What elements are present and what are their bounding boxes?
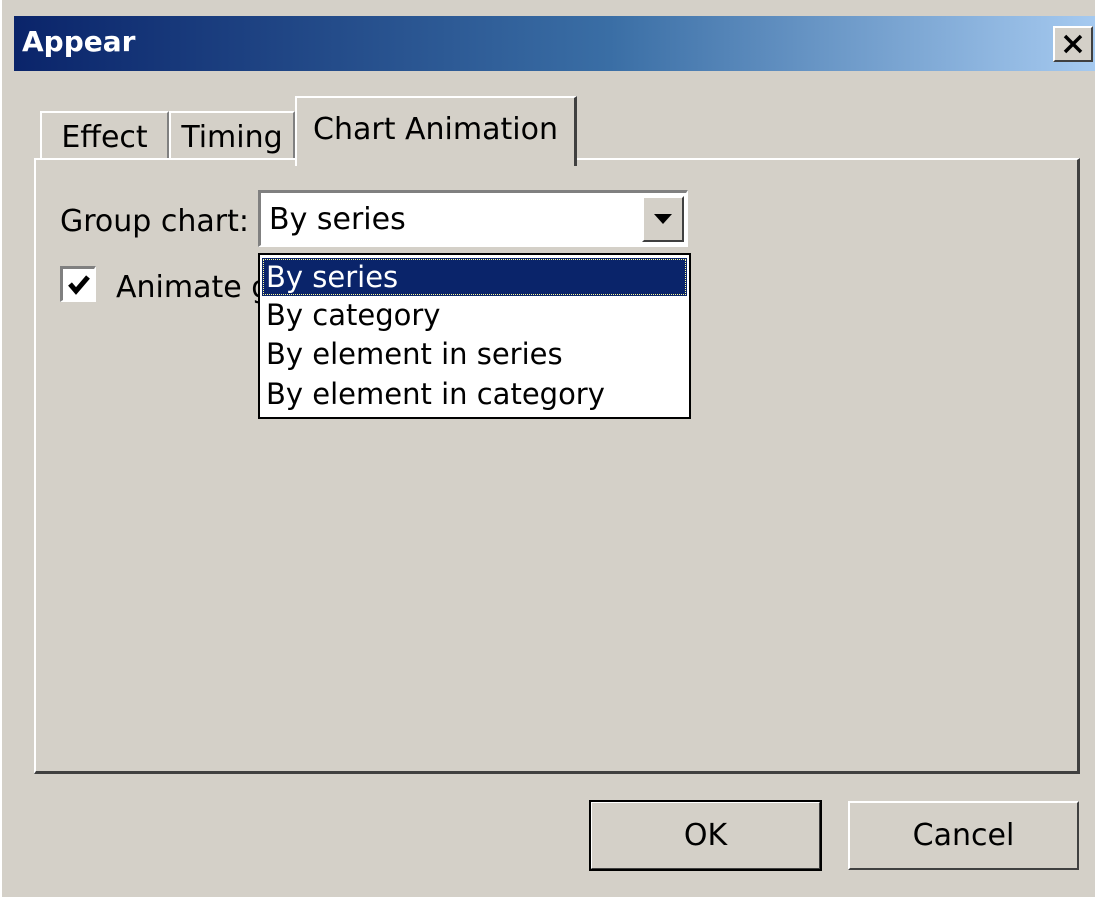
tab-timing-label: Timing [181, 119, 283, 155]
title-bar[interactable]: Appear [14, 16, 1095, 71]
ok-button-label: OK [683, 818, 728, 853]
chevron-down-icon [654, 214, 672, 224]
close-button[interactable] [1053, 26, 1093, 62]
group-chart-select[interactable]: By series [258, 190, 688, 247]
option-by-element-in-series[interactable]: By element in series [262, 335, 687, 373]
close-icon [1063, 34, 1083, 54]
group-chart-dropdown-button[interactable] [642, 196, 684, 242]
tab-chart-animation[interactable]: Chart Animation [295, 96, 577, 166]
group-chart-value: By series [269, 202, 406, 237]
option-by-series[interactable]: By series [262, 258, 687, 296]
animate-grid-label[interactable]: Animate g [116, 270, 270, 305]
option-by-element-in-category[interactable]: By element in category [262, 375, 687, 413]
checkmark-icon [67, 274, 90, 295]
cancel-button-label: Cancel [912, 818, 1015, 853]
tab-effect-label: Effect [61, 119, 148, 155]
dialog-window: Appear Effect Timing Chart Animation Gro… [0, 0, 1095, 897]
cancel-button[interactable]: Cancel [848, 801, 1079, 870]
tab-chart-animation-label: Chart Animation [313, 112, 558, 147]
animate-grid-checkbox[interactable] [60, 266, 96, 302]
group-chart-label: Group chart: [60, 204, 249, 239]
option-by-category[interactable]: By category [262, 296, 687, 334]
window-title: Appear [22, 25, 136, 58]
tab-timing[interactable]: Timing [169, 111, 295, 161]
ok-button[interactable]: OK [589, 800, 822, 871]
group-chart-options-list: By series By category By element in seri… [258, 253, 691, 419]
tab-effect[interactable]: Effect [40, 111, 169, 161]
tab-panel-chart-animation [34, 158, 1080, 774]
